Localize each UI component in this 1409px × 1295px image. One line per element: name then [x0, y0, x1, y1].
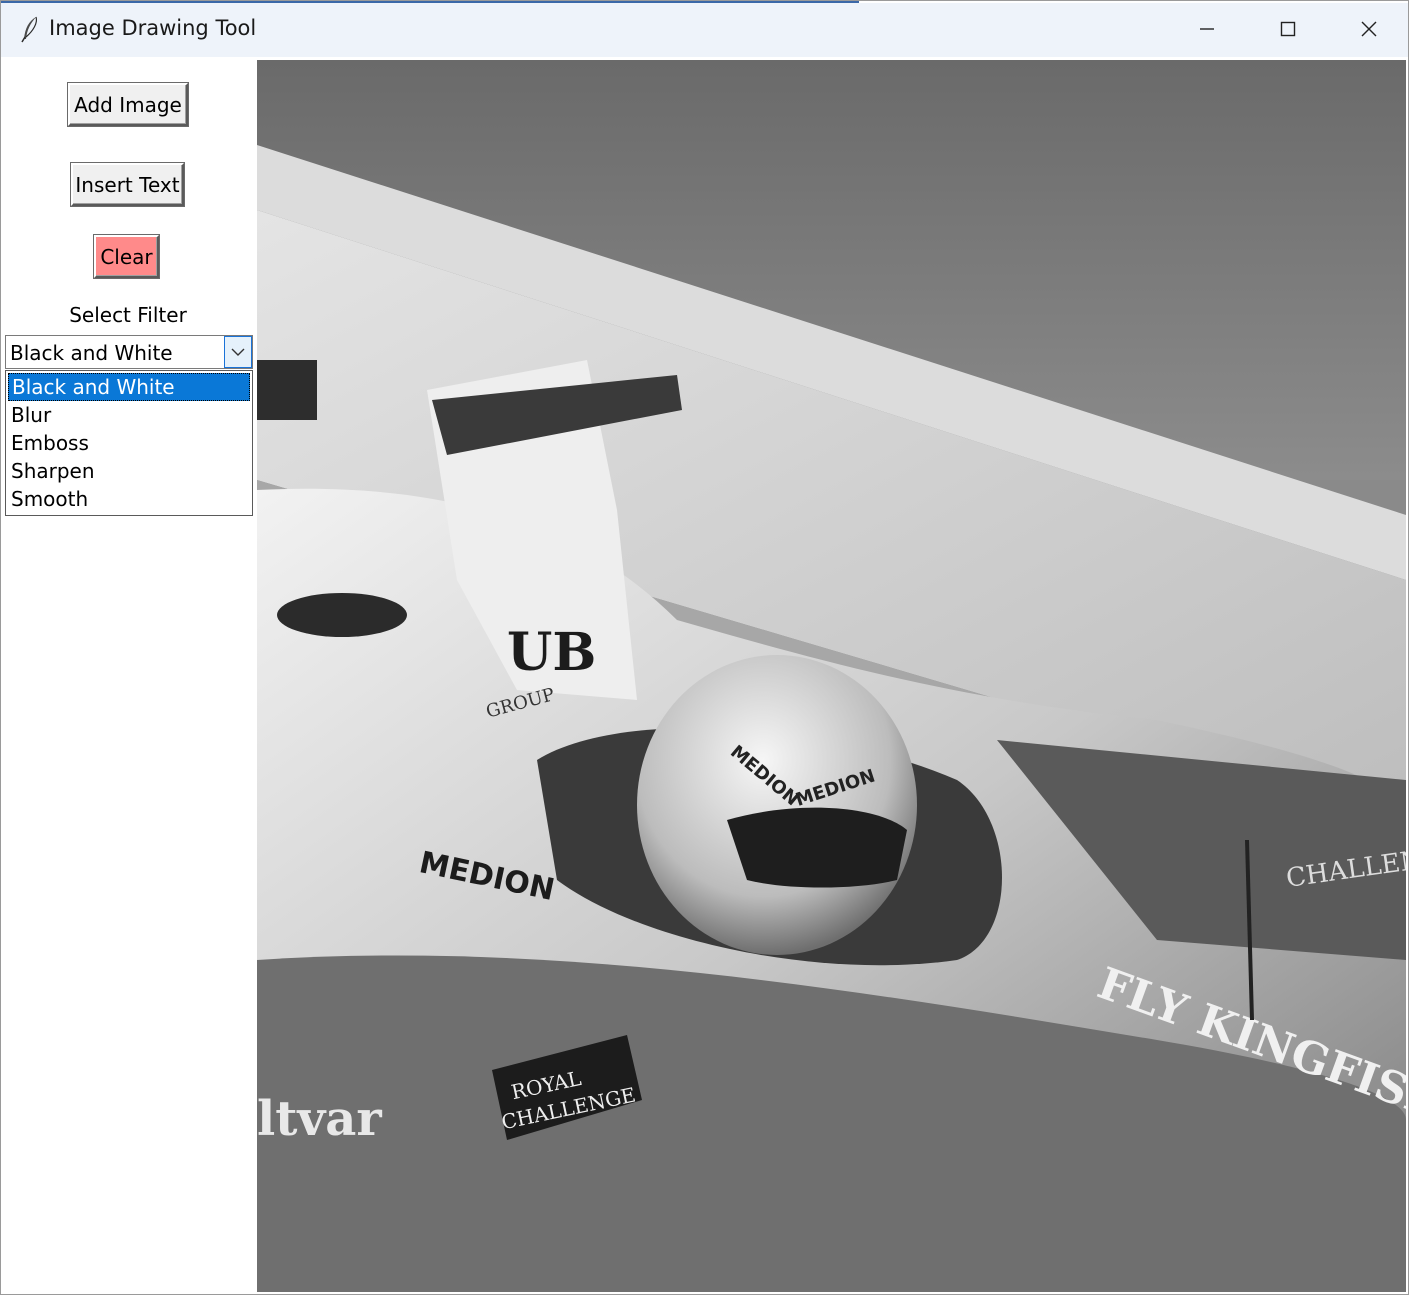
svg-text:ltvar: ltvar [257, 1091, 382, 1147]
race-car-photo: ROYAL CHALLENGE MEDION UB GROUP FLY KING… [257, 60, 1406, 1292]
close-button[interactable] [1329, 3, 1408, 55]
clear-button[interactable]: Clear [94, 235, 159, 278]
filter-combobox[interactable]: Black and White [5, 335, 253, 369]
close-icon [1361, 21, 1377, 37]
chevron-down-icon [231, 348, 245, 356]
filter-option-emboss[interactable]: Emboss [8, 429, 250, 457]
svg-text:UB: UB [507, 622, 596, 683]
insert-text-button[interactable]: Insert Text [71, 163, 184, 206]
maximize-icon [1280, 21, 1296, 37]
combobox-dropdown-button[interactable] [224, 336, 252, 368]
filter-option-smooth[interactable]: Smooth [8, 485, 250, 513]
select-filter-label: Select Filter [69, 303, 187, 327]
tool-sidebar: Add Image Insert Text Clear Select Filte… [3, 57, 256, 1293]
add-image-button[interactable]: Add Image [68, 83, 188, 126]
feather-icon [21, 16, 38, 43]
minimize-button[interactable] [1167, 3, 1247, 55]
app-window: Image Drawing Tool Add Image Insert Text… [0, 0, 1409, 1295]
minimize-icon [1200, 28, 1214, 30]
maximize-button[interactable] [1248, 3, 1328, 55]
filter-dropdown-list: Black and White Blur Emboss Sharpen Smoo… [5, 370, 253, 516]
title-bar[interactable]: Image Drawing Tool [1, 3, 1408, 57]
filter-option-sharpen[interactable]: Sharpen [8, 457, 250, 485]
drawing-canvas[interactable]: ROYAL CHALLENGE MEDION UB GROUP FLY KING… [256, 57, 1408, 1293]
race-car-image: ROYAL CHALLENGE MEDION UB GROUP FLY KING… [257, 60, 1406, 1292]
filter-combobox-value: Black and White [10, 341, 173, 365]
filter-option-blur[interactable]: Blur [8, 401, 250, 429]
filter-option-black-and-white[interactable]: Black and White [8, 373, 250, 401]
window-title: Image Drawing Tool [49, 16, 257, 40]
